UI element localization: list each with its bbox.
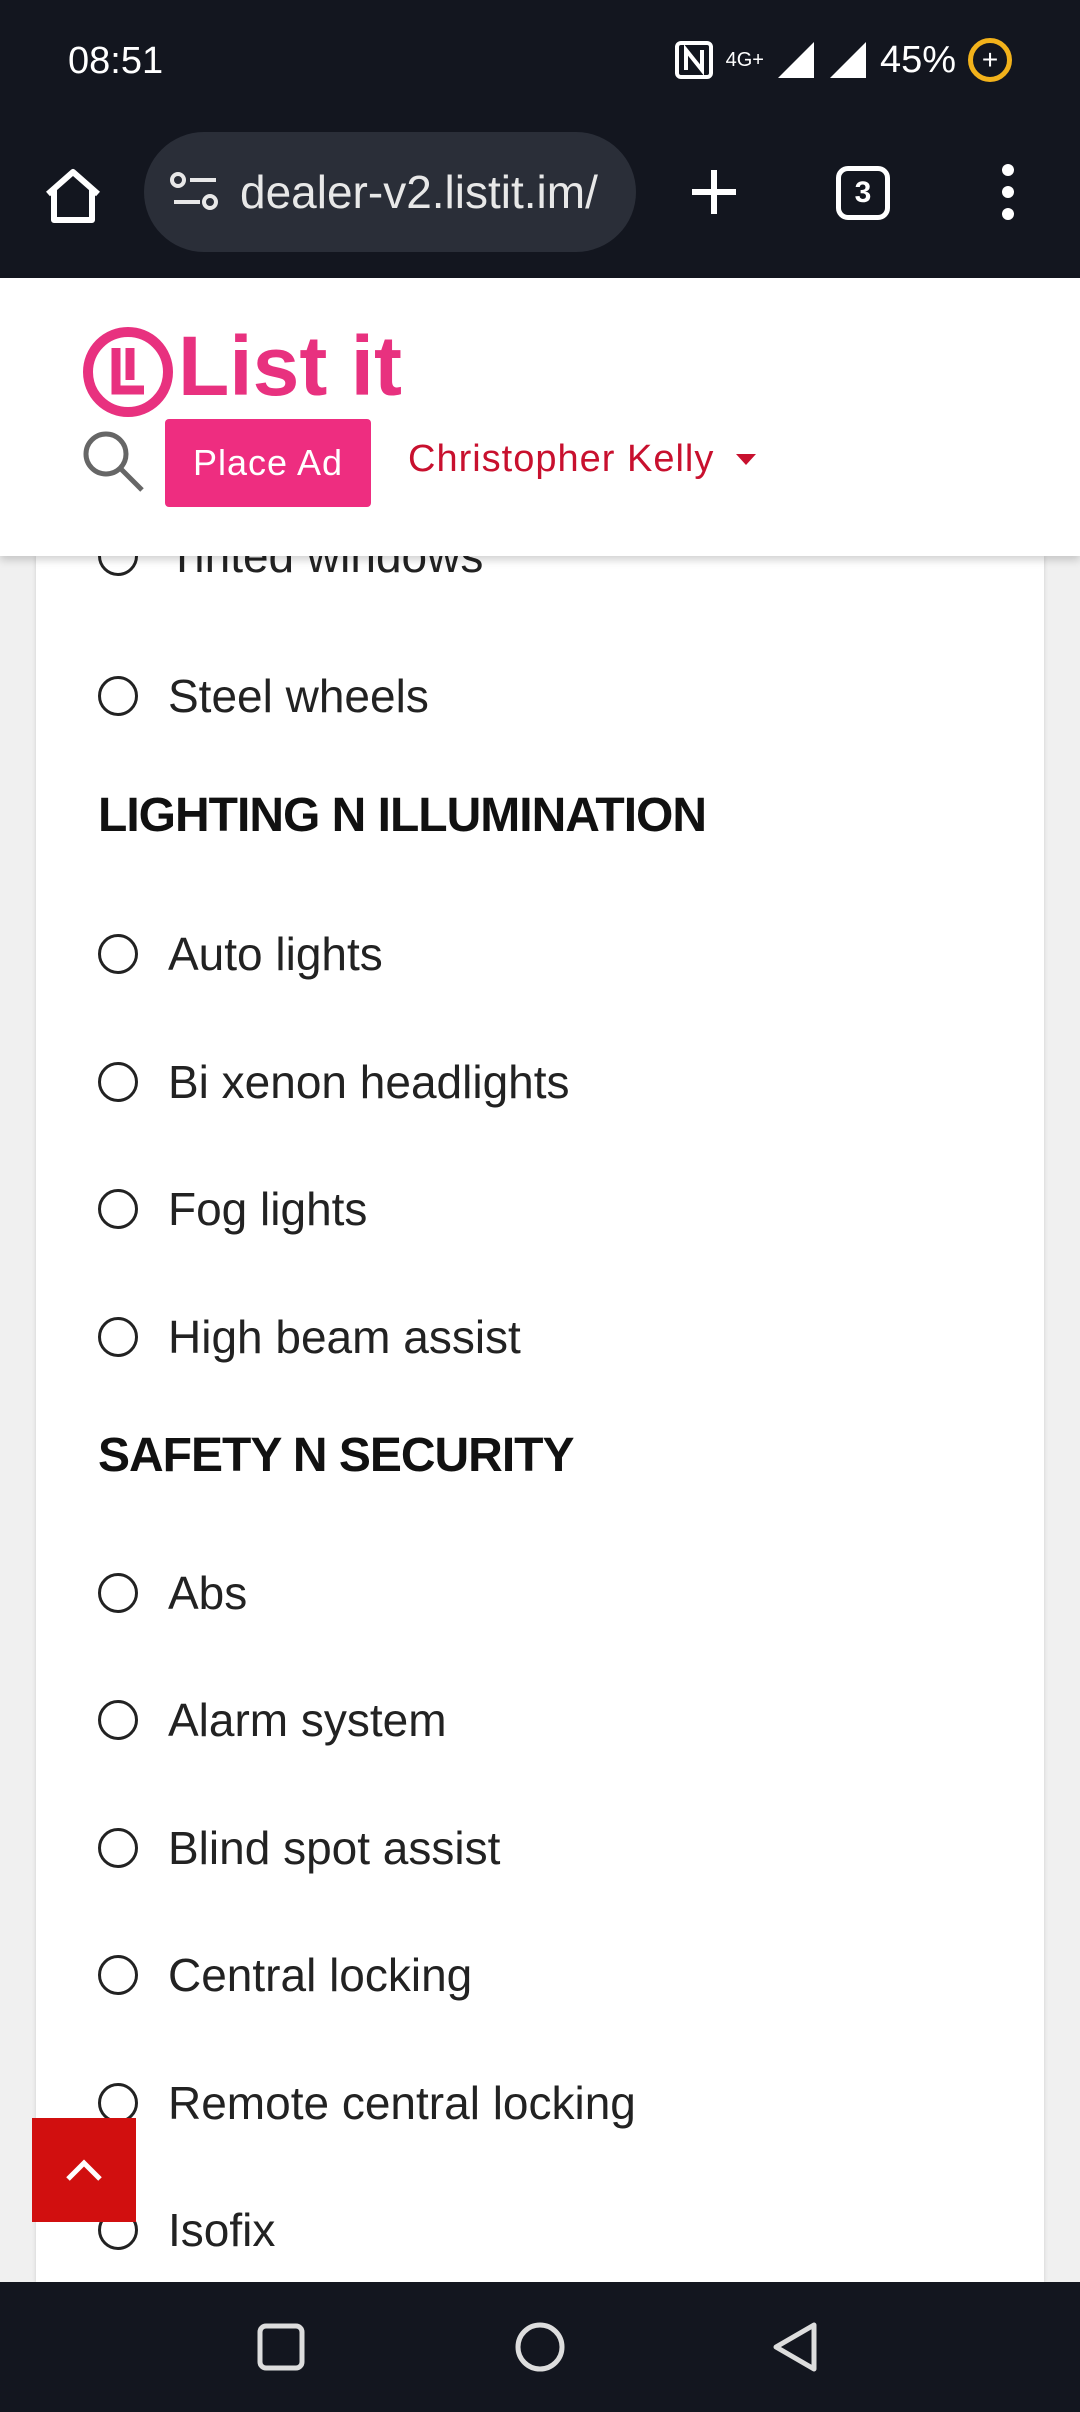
user-name: Christopher Kelly [408, 438, 715, 480]
feature-option[interactable]: Fog lights [98, 1179, 367, 1239]
feature-label: Fog lights [168, 1183, 368, 1235]
feature-label: Bi xenon headlights [168, 1056, 570, 1108]
radio-button[interactable] [98, 1062, 138, 1102]
tab-switcher-button[interactable]: 3 [836, 166, 890, 220]
nfc-icon [674, 41, 713, 79]
radio-button[interactable] [98, 676, 138, 716]
feature-option[interactable]: Auto lights [98, 924, 383, 984]
caret-down-icon [736, 454, 757, 465]
feature-option[interactable]: Tinted windows [98, 556, 483, 586]
feature-option[interactable]: Remote central locking [98, 2073, 636, 2133]
feature-label: Alarm system [168, 1694, 447, 1746]
feature-label: Blind spot assist [168, 1822, 501, 1874]
browser-toolbar: dealer-v2.listit.im/ 3 [0, 126, 1080, 278]
feature-option[interactable]: Abs [98, 1563, 247, 1623]
feature-option[interactable]: Alarm system [98, 1690, 447, 1750]
network-type: 4G+ [725, 48, 764, 71]
new-tab-icon[interactable] [688, 166, 740, 218]
tab-count: 3 [854, 176, 872, 209]
radio-button[interactable] [98, 934, 138, 974]
status-bar: 08:51 4G+ 45% + [0, 0, 1080, 126]
site-settings-icon[interactable] [170, 170, 220, 214]
radio-button[interactable] [98, 1700, 138, 1740]
more-options-icon[interactable] [996, 162, 1020, 222]
place-ad-button[interactable]: Place Ad [165, 419, 371, 507]
battery-percent: 45% [879, 38, 956, 81]
features-card: Tinted windows Steel wheels LIGHTING N I… [36, 556, 1044, 2282]
section-heading-safety: SAFETY N SECURITY [98, 1429, 575, 1482]
status-time: 08:51 [68, 40, 164, 82]
home-button-icon[interactable] [513, 2320, 567, 2374]
back-icon[interactable] [770, 2320, 822, 2374]
back-to-top-button[interactable] [32, 2118, 136, 2222]
feature-option[interactable]: Central locking [98, 1945, 472, 2005]
feature-label: Tinted windows [168, 556, 484, 582]
url-text: dealer-v2.listit.im/ [240, 166, 598, 218]
radio-button[interactable] [98, 1955, 138, 1995]
search-icon[interactable] [80, 428, 146, 494]
feature-label: Abs [168, 1567, 248, 1619]
site-logo-text[interactable]: List it [178, 318, 402, 415]
place-ad-label: Place Ad [192, 442, 344, 483]
radio-button[interactable] [98, 1573, 138, 1613]
signal-icon [777, 42, 814, 78]
feature-label: Remote central locking [168, 2077, 636, 2129]
feature-label: Central locking [168, 1949, 473, 2001]
feature-option[interactable]: Bi xenon headlights [98, 1052, 570, 1112]
status-icons: 4G+ 45% + [674, 38, 1012, 82]
list-it-logo-icon[interactable] [82, 326, 174, 418]
url-bar[interactable]: dealer-v2.listit.im/ [144, 132, 636, 252]
site-header: List it Place Ad Christopher Kelly [0, 278, 1080, 556]
section-heading-lighting: LIGHTING N ILLUMINATION [98, 789, 707, 842]
signal-icon-2 [829, 42, 866, 78]
feature-option[interactable]: Steel wheels [98, 666, 429, 726]
feature-label: Steel wheels [168, 670, 429, 722]
feature-label: Auto lights [168, 928, 383, 980]
home-icon[interactable] [42, 164, 104, 226]
feature-option[interactable]: High beam assist [98, 1307, 521, 1367]
user-menu[interactable]: Christopher Kelly [408, 438, 757, 481]
recent-apps-icon[interactable] [256, 2322, 306, 2372]
battery-saver-icon: + [968, 38, 1012, 82]
radio-button[interactable] [98, 2083, 138, 2123]
radio-button[interactable] [98, 556, 138, 576]
feature-label: High beam assist [168, 1311, 521, 1363]
chevron-up-icon [66, 2159, 102, 2181]
feature-option[interactable]: Blind spot assist [98, 1818, 500, 1878]
radio-button[interactable] [98, 1828, 138, 1868]
radio-button[interactable] [98, 1317, 138, 1357]
feature-label: Isofix [168, 2204, 276, 2256]
radio-button[interactable] [98, 1189, 138, 1229]
system-nav-bar [0, 2282, 1080, 2412]
